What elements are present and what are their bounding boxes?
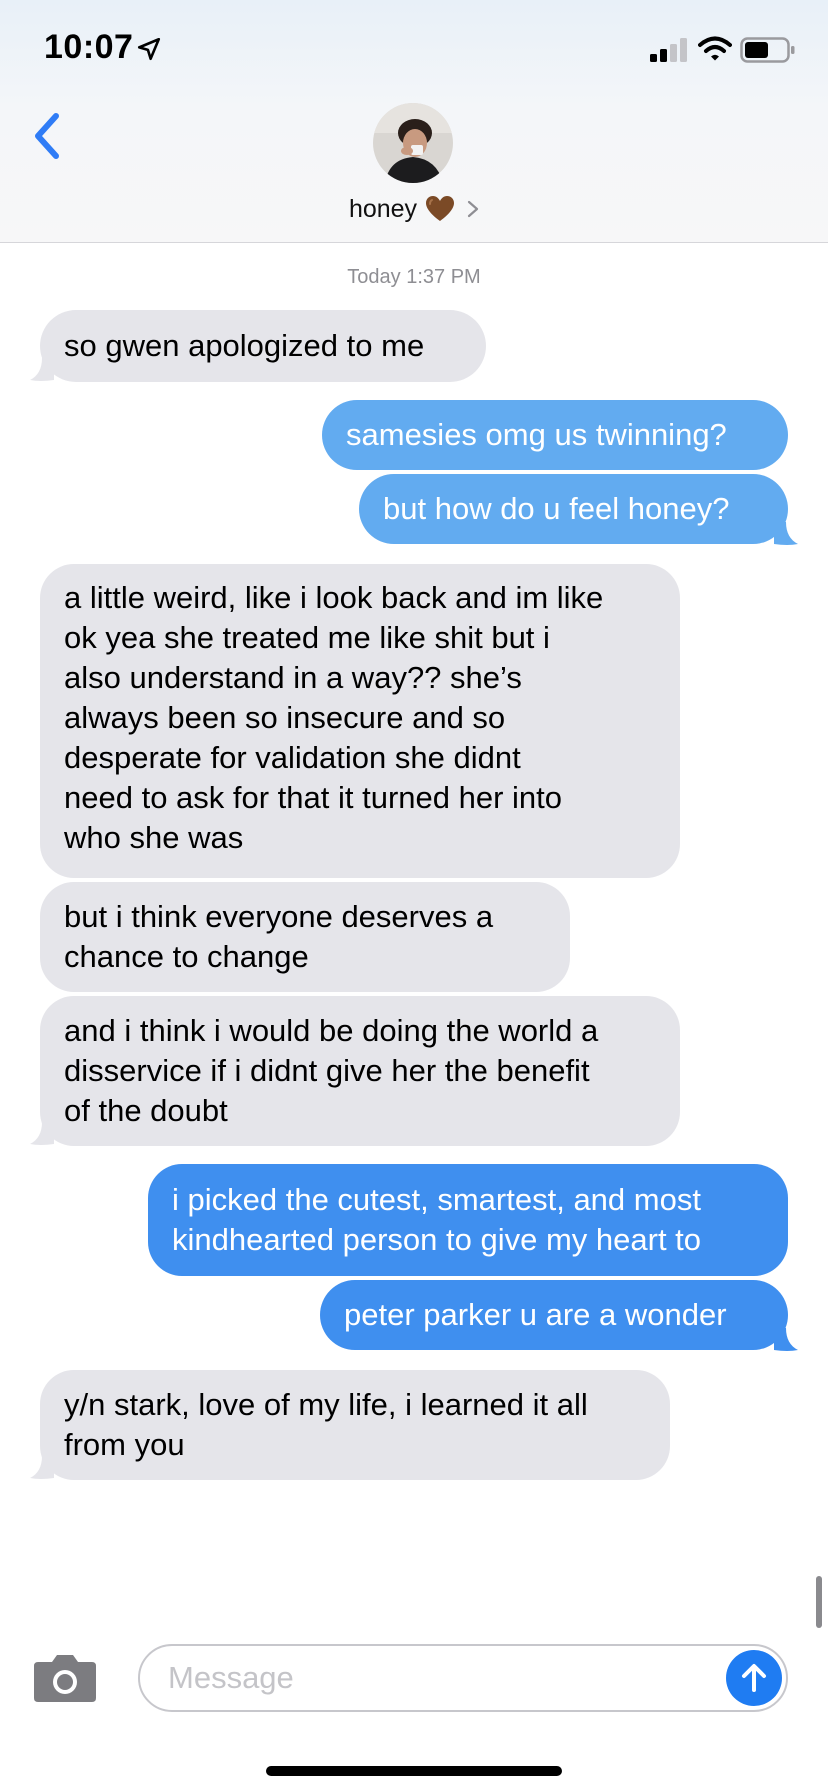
outgoing-message-bubble[interactable]: i picked the cutest, smartest, and most …	[148, 1164, 788, 1276]
incoming-message-bubble[interactable]: and i think i would be doing the world a…	[40, 996, 680, 1146]
message-input[interactable]: Message	[138, 1644, 788, 1712]
incoming-bubble-tail	[30, 358, 54, 381]
message-text: i picked the cutest, smartest, and most …	[172, 1182, 702, 1257]
outgoing-message-bubble[interactable]: but how do u feel honey?	[359, 474, 788, 544]
message-input-placeholder: Message	[168, 1660, 294, 1695]
battery-icon	[740, 37, 795, 63]
send-button[interactable]	[726, 1650, 782, 1706]
message-text: peter parker u are a wonder	[344, 1297, 727, 1332]
wifi-icon	[698, 36, 732, 61]
back-chevron-icon[interactable]	[30, 112, 64, 160]
message-text: samesies omg us twinning?	[346, 417, 727, 452]
scroll-indicator[interactable]	[816, 1576, 822, 1628]
contact-title[interactable]: honey	[0, 192, 828, 226]
location-arrow-icon	[137, 37, 161, 61]
incoming-message-bubble[interactable]: y/n stark, love of my life, i learned it…	[40, 1370, 670, 1480]
message-text: so gwen apologized to me	[64, 328, 425, 363]
message-text: y/n stark, love of my life, i learned it…	[64, 1387, 588, 1462]
contact-name: honey	[348, 194, 418, 223]
incoming-message-bubble[interactable]: a little weird, like i look back and im …	[40, 564, 680, 878]
outgoing-bubble-tail	[774, 522, 798, 545]
chevron-right-icon	[467, 200, 479, 218]
camera-icon[interactable]	[32, 1652, 98, 1704]
incoming-bubble-tail	[30, 1456, 54, 1479]
brown-heart-icon	[426, 196, 455, 221]
contact-photo	[373, 103, 453, 183]
arrow-up-icon	[742, 1664, 766, 1692]
cellular-signal-icon	[650, 38, 687, 62]
contact-avatar[interactable]	[373, 103, 453, 183]
message-text: a little weird, like i look back and im …	[64, 580, 604, 855]
conversation-header: 10:07 honey	[0, 0, 828, 243]
timestamp-day: Today	[347, 266, 401, 288]
message-text: and i think i would be doing the world a…	[64, 1013, 599, 1128]
incoming-message-bubble[interactable]: so gwen apologized to me	[40, 310, 486, 382]
outgoing-message-bubble[interactable]: samesies omg us twinning?	[322, 400, 788, 470]
outgoing-message-bubble[interactable]: peter parker u are a wonder	[320, 1280, 788, 1350]
message-text: but how do u feel honey?	[383, 491, 730, 526]
conversation-timestamp: Today 1:37 PM	[0, 266, 828, 289]
home-indicator	[266, 1766, 562, 1776]
status-time: 10:07	[44, 28, 134, 66]
messages-screen: 10:07 honey Today 1:37 PM so gwen apolog…	[0, 0, 828, 1792]
outgoing-bubble-tail	[774, 1328, 798, 1351]
incoming-message-bubble[interactable]: but i think everyone deserves a chance t…	[40, 882, 570, 992]
message-text: but i think everyone deserves a chance t…	[64, 899, 494, 974]
timestamp-time: 1:37 PM	[406, 266, 481, 288]
incoming-bubble-tail	[30, 1122, 54, 1145]
